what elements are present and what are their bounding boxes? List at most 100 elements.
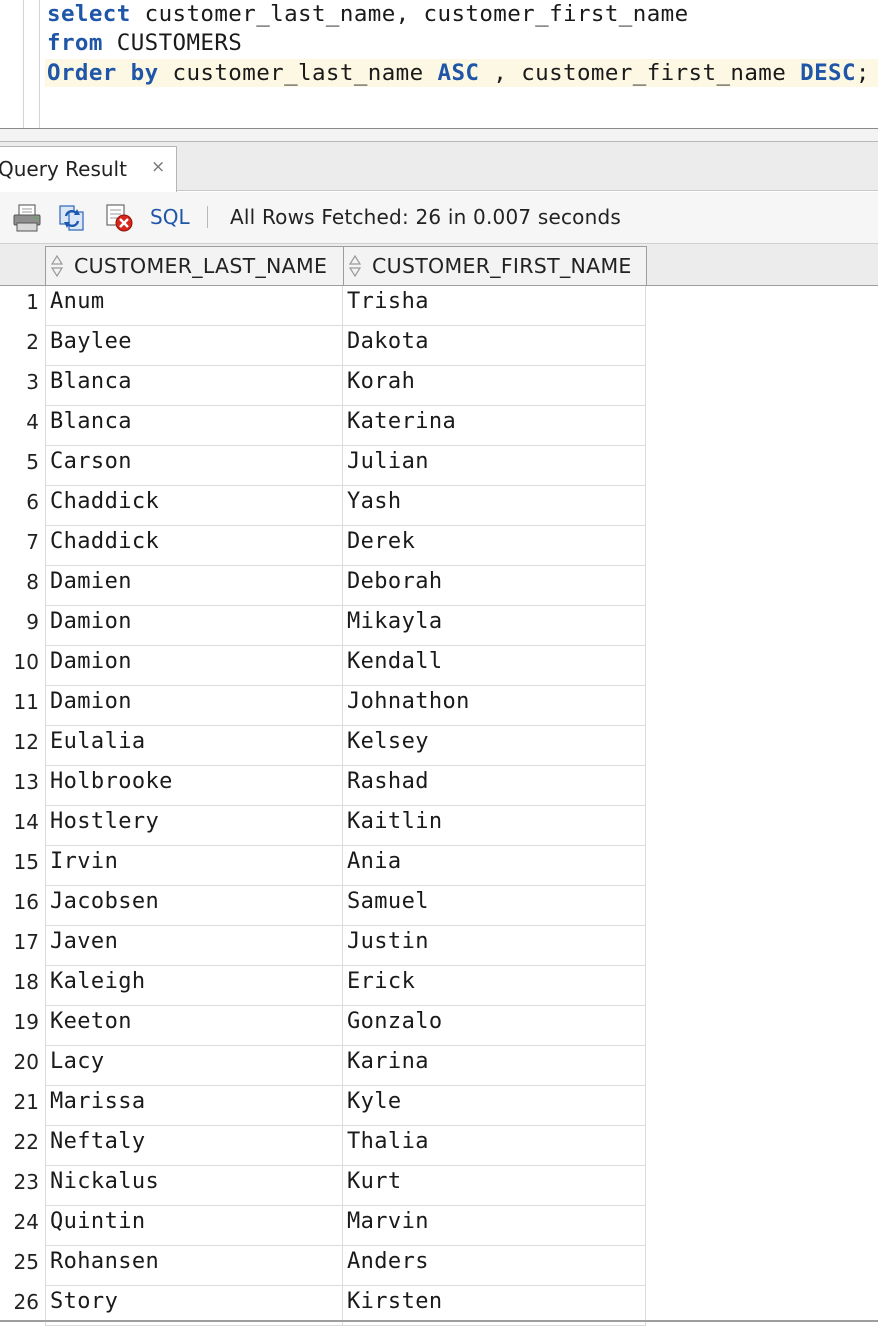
cell-first-name[interactable]: Thalia: [343, 1126, 646, 1166]
cell-last-name[interactable]: Carson: [45, 446, 343, 486]
cell-last-name[interactable]: Damion: [45, 646, 343, 686]
sort-icon[interactable]: [50, 254, 64, 278]
cell-last-name[interactable]: Baylee: [45, 326, 343, 366]
table-row[interactable]: 21 Marissa Kyle: [0, 1086, 878, 1126]
cell-first-name[interactable]: Kurt: [343, 1166, 646, 1206]
cell-first-name[interactable]: Korah: [343, 366, 646, 406]
row-number[interactable]: 24: [0, 1206, 45, 1246]
table-row[interactable]: 2 Baylee Dakota: [0, 326, 878, 366]
cell-first-name[interactable]: Ania: [343, 846, 646, 886]
cell-first-name[interactable]: Erick: [343, 966, 646, 1006]
table-row[interactable]: 10 Damion Kendall: [0, 646, 878, 686]
table-row[interactable]: 3 Blanca Korah: [0, 366, 878, 406]
row-number[interactable]: 12: [0, 726, 45, 766]
cell-first-name[interactable]: Dakota: [343, 326, 646, 366]
cell-first-name[interactable]: Kyle: [343, 1086, 646, 1126]
table-row[interactable]: 12 Eulalia Kelsey: [0, 726, 878, 766]
cell-first-name[interactable]: Rashad: [343, 766, 646, 806]
row-number[interactable]: 5: [0, 446, 45, 486]
cell-last-name[interactable]: Damion: [45, 606, 343, 646]
cell-first-name[interactable]: Kaitlin: [343, 806, 646, 846]
table-row[interactable]: 18 Kaleigh Erick: [0, 966, 878, 1006]
cell-last-name[interactable]: Hostlery: [45, 806, 343, 846]
sql-editor[interactable]: select customer_last_name, customer_firs…: [0, 0, 878, 128]
cell-first-name[interactable]: Gonzalo: [343, 1006, 646, 1046]
cell-first-name[interactable]: Mikayla: [343, 606, 646, 646]
row-number[interactable]: 13: [0, 766, 45, 806]
cell-first-name[interactable]: Deborah: [343, 566, 646, 606]
cell-last-name[interactable]: Blanca: [45, 406, 343, 446]
cell-first-name[interactable]: Johnathon: [343, 686, 646, 726]
table-row[interactable]: 19 Keeton Gonzalo: [0, 1006, 878, 1046]
result-grid[interactable]: CUSTOMER_LAST_NAME CUSTOMER_FIRST_NAME 1…: [0, 244, 878, 1326]
cell-first-name[interactable]: Kendall: [343, 646, 646, 686]
code-line-2[interactable]: from CUSTOMERS: [47, 29, 242, 57]
row-number[interactable]: 21: [0, 1086, 45, 1126]
column-header-last-name[interactable]: CUSTOMER_LAST_NAME: [45, 246, 344, 285]
row-number[interactable]: 10: [0, 646, 45, 686]
close-icon[interactable]: ×: [151, 157, 165, 177]
table-row[interactable]: 14 Hostlery Kaitlin: [0, 806, 878, 846]
cell-last-name[interactable]: Damion: [45, 686, 343, 726]
cell-first-name[interactable]: Samuel: [343, 886, 646, 926]
table-row[interactable]: 15 Irvin Ania: [0, 846, 878, 886]
splitter-handle[interactable]: [0, 128, 878, 142]
cell-last-name[interactable]: Rohansen: [45, 1246, 343, 1286]
row-number[interactable]: 4: [0, 406, 45, 446]
row-number[interactable]: 7: [0, 526, 45, 566]
table-row[interactable]: 8 Damien Deborah: [0, 566, 878, 606]
delete-cancel-icon[interactable]: [104, 203, 134, 233]
refresh-icon[interactable]: [57, 203, 87, 233]
code-line-3[interactable]: Order by customer_last_name ASC , custom…: [47, 59, 870, 87]
table-row[interactable]: 5 Carson Julian: [0, 446, 878, 486]
table-row[interactable]: 1 Anum Trisha: [0, 286, 878, 326]
table-row[interactable]: 13 Holbrooke Rashad: [0, 766, 878, 806]
table-row[interactable]: 17 Javen Justin: [0, 926, 878, 966]
cell-last-name[interactable]: Chaddick: [45, 526, 343, 566]
column-header-first-name[interactable]: CUSTOMER_FIRST_NAME: [343, 246, 647, 285]
row-number[interactable]: 17: [0, 926, 45, 966]
row-number[interactable]: 6: [0, 486, 45, 526]
table-row[interactable]: 25 Rohansen Anders: [0, 1246, 878, 1286]
table-row[interactable]: 22 Neftaly Thalia: [0, 1126, 878, 1166]
row-number[interactable]: 16: [0, 886, 45, 926]
cell-first-name[interactable]: Karina: [343, 1046, 646, 1086]
cell-first-name[interactable]: Trisha: [343, 286, 646, 326]
cell-last-name[interactable]: Damien: [45, 566, 343, 606]
printer-icon[interactable]: [12, 203, 42, 233]
sql-link[interactable]: SQL: [150, 205, 190, 229]
table-row[interactable]: 24 Quintin Marvin: [0, 1206, 878, 1246]
row-number[interactable]: 14: [0, 806, 45, 846]
row-number[interactable]: 23: [0, 1166, 45, 1206]
cell-first-name[interactable]: Katerina: [343, 406, 646, 446]
code-line-1[interactable]: select customer_last_name, customer_firs…: [47, 0, 689, 28]
row-number[interactable]: 19: [0, 1006, 45, 1046]
table-row[interactable]: 23 Nickalus Kurt: [0, 1166, 878, 1206]
row-number[interactable]: 20: [0, 1046, 45, 1086]
row-number[interactable]: 1: [0, 286, 45, 326]
table-row[interactable]: 16 Jacobsen Samuel: [0, 886, 878, 926]
cell-last-name[interactable]: Marissa: [45, 1086, 343, 1126]
table-row[interactable]: 6 Chaddick Yash: [0, 486, 878, 526]
cell-first-name[interactable]: Julian: [343, 446, 646, 486]
cell-first-name[interactable]: Kelsey: [343, 726, 646, 766]
cell-last-name[interactable]: Irvin: [45, 846, 343, 886]
row-number[interactable]: 22: [0, 1126, 45, 1166]
cell-last-name[interactable]: Anum: [45, 286, 343, 326]
table-row[interactable]: 20 Lacy Karina: [0, 1046, 878, 1086]
sort-icon[interactable]: [348, 254, 362, 278]
row-number[interactable]: 2: [0, 326, 45, 366]
cell-last-name[interactable]: Keeton: [45, 1006, 343, 1046]
cell-last-name[interactable]: Jacobsen: [45, 886, 343, 926]
tab-query-result[interactable]: Query Result ×: [0, 146, 177, 192]
cell-last-name[interactable]: Holbrooke: [45, 766, 343, 806]
table-row[interactable]: 4 Blanca Katerina: [0, 406, 878, 446]
row-number[interactable]: 9: [0, 606, 45, 646]
cell-last-name[interactable]: Quintin: [45, 1206, 343, 1246]
cell-first-name[interactable]: Yash: [343, 486, 646, 526]
table-row[interactable]: 9 Damion Mikayla: [0, 606, 878, 646]
cell-last-name[interactable]: Lacy: [45, 1046, 343, 1086]
table-row[interactable]: 7 Chaddick Derek: [0, 526, 878, 566]
cell-last-name[interactable]: Chaddick: [45, 486, 343, 526]
cell-last-name[interactable]: Javen: [45, 926, 343, 966]
